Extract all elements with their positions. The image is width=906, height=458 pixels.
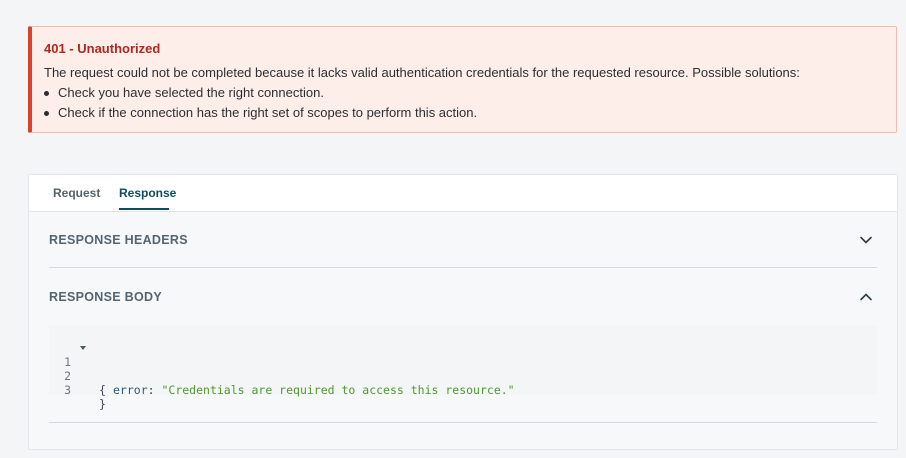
alert-title: 401 - Unauthorized bbox=[44, 41, 161, 56]
request-response-panel: Request Response RESPONSE HEADERS RESPON… bbox=[28, 174, 898, 450]
list-item: Check if the connection has the right se… bbox=[44, 103, 477, 123]
section-title: RESPONSE BODY bbox=[49, 290, 162, 304]
bullet-icon bbox=[44, 91, 49, 96]
response-body-section[interactable]: RESPONSE BODY bbox=[49, 268, 877, 324]
tab-request[interactable]: Request bbox=[53, 186, 100, 200]
json-string-value: "Credentials are required to access this… bbox=[161, 383, 515, 397]
code-text: } bbox=[99, 397, 106, 411]
tab-bar: Request Response bbox=[29, 175, 897, 212]
alert-solutions-list: Check you have selected the right connec… bbox=[44, 83, 477, 123]
code-text: error: "Credentials are required to acce… bbox=[113, 383, 515, 397]
code-line: 3 } bbox=[49, 369, 106, 411]
json-key: error bbox=[113, 383, 148, 397]
solution-text: Check you have selected the right connec… bbox=[58, 85, 324, 100]
solution-text: Check if the connection has the right se… bbox=[58, 105, 478, 120]
active-tab-indicator bbox=[119, 208, 169, 210]
response-headers-section[interactable]: RESPONSE HEADERS bbox=[49, 211, 877, 268]
line-number: 3 bbox=[64, 383, 71, 397]
error-alert: 401 - Unauthorized The request could not… bbox=[28, 26, 897, 133]
tab-response[interactable]: Response bbox=[119, 186, 176, 200]
fold-toggle-icon[interactable] bbox=[79, 341, 87, 355]
page: 401 - Unauthorized The request could not… bbox=[0, 0, 906, 458]
chevron-up-icon[interactable] bbox=[859, 290, 873, 304]
bullet-icon bbox=[44, 111, 49, 116]
code-line: 1 { bbox=[49, 341, 106, 397]
divider bbox=[49, 422, 877, 423]
chevron-down-icon[interactable] bbox=[859, 233, 873, 247]
section-title: RESPONSE HEADERS bbox=[49, 233, 188, 247]
json-colon: : bbox=[147, 383, 162, 397]
code-line: 2 error: "Credentials are required to ac… bbox=[49, 355, 515, 397]
response-body-code[interactable]: 1 { 2 error: "Credentials are required t… bbox=[49, 325, 877, 411]
list-item: Check you have selected the right connec… bbox=[44, 83, 477, 103]
alert-message: The request could not be completed becau… bbox=[44, 65, 800, 80]
